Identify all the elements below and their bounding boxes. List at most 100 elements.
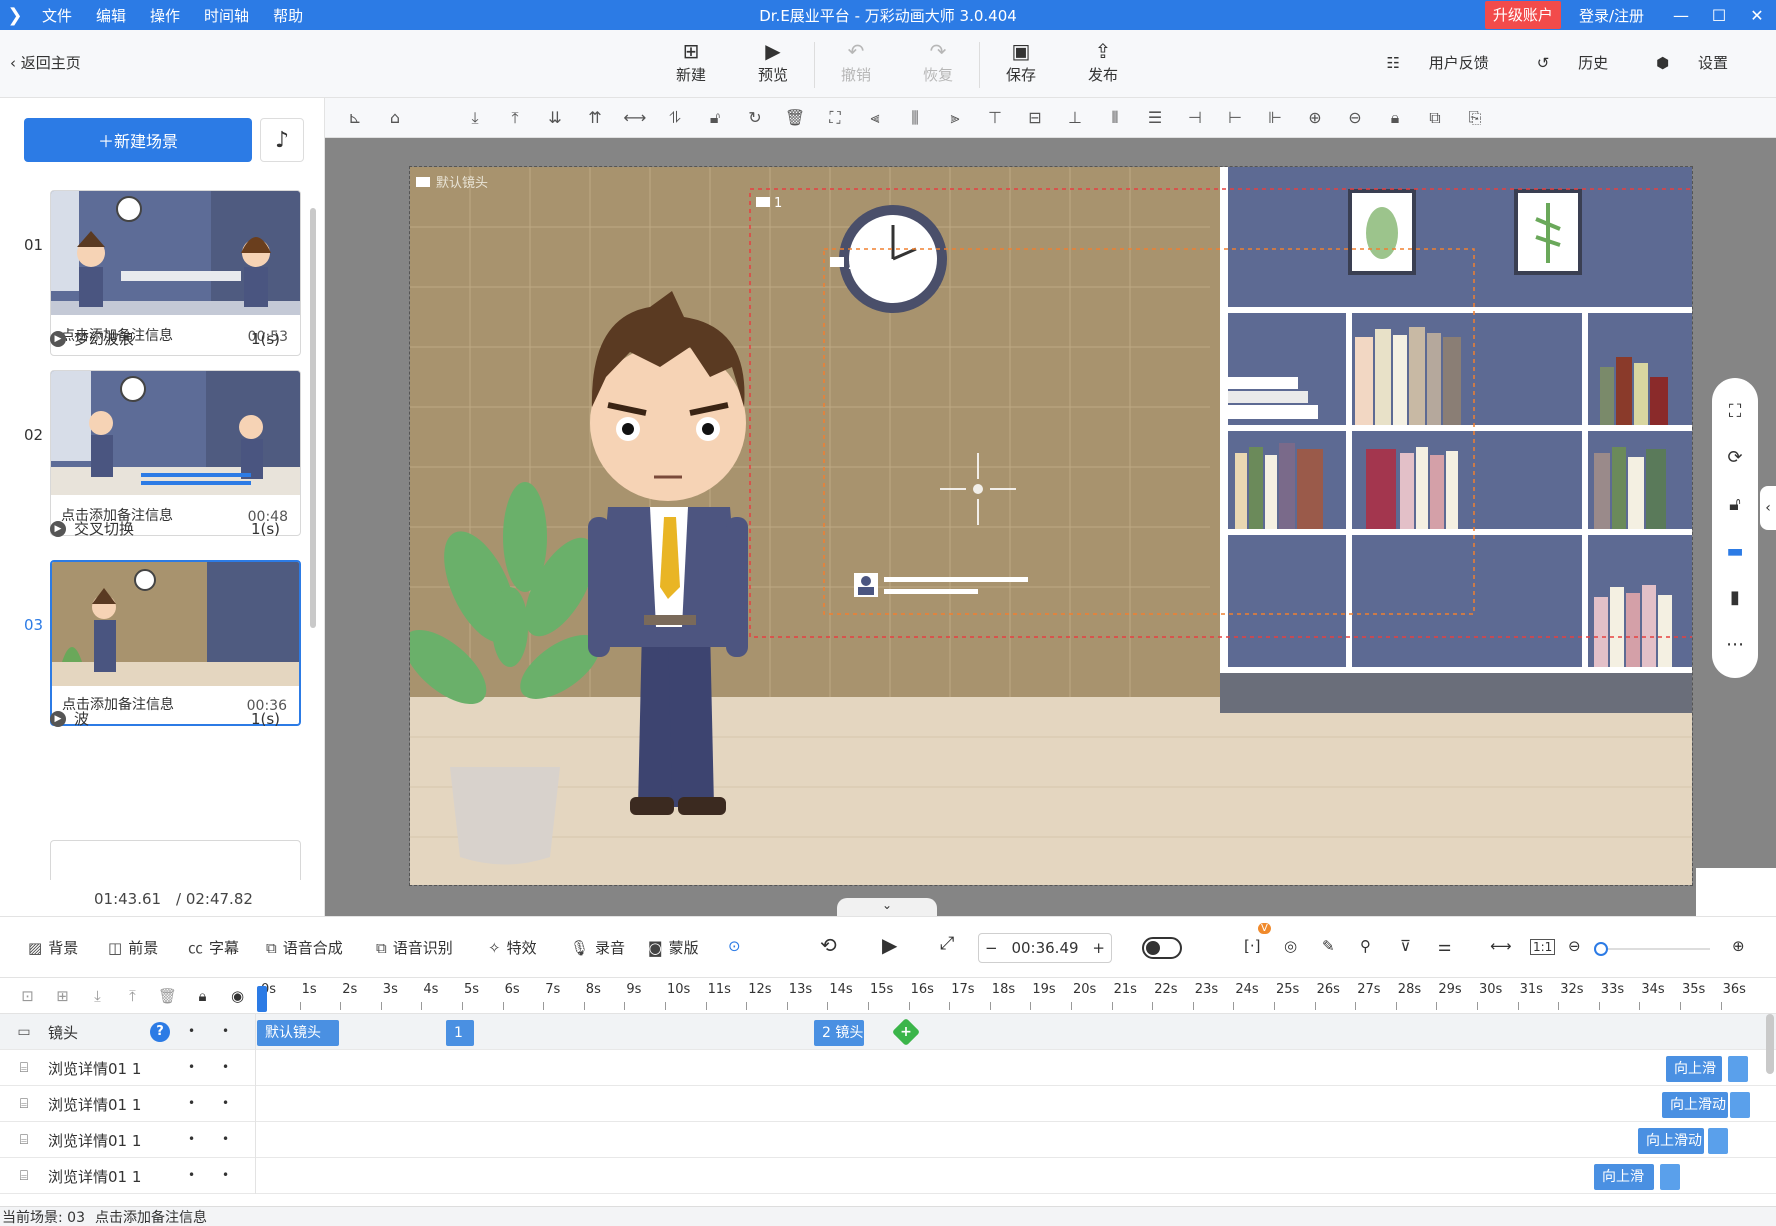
minimize-button[interactable]: — xyxy=(1662,6,1700,25)
track-dot[interactable]: • xyxy=(188,1168,195,1182)
timecode-minus[interactable]: − xyxy=(985,939,998,957)
camera-clip-1[interactable]: 1 xyxy=(446,1020,474,1046)
align-middle-icon[interactable]: ⊟ xyxy=(1015,108,1055,127)
play-button[interactable]: ▶ xyxy=(882,933,897,957)
effect-clip-end[interactable] xyxy=(1728,1056,1748,1082)
feedback-button[interactable]: ☷ 用户反馈 xyxy=(1387,52,1513,73)
new-button[interactable]: ⊞ 新建 xyxy=(650,38,732,92)
fit-screen-icon[interactable]: ⛶ xyxy=(1729,401,1742,422)
trash-icon[interactable]: 🗑︎ xyxy=(150,987,185,1005)
track-dot[interactable]: • xyxy=(222,1132,229,1146)
new-scene-button[interactable]: ＋ 新建场景 xyxy=(24,118,252,162)
screen-icon[interactable]: ▬ xyxy=(1726,541,1743,562)
redo-button[interactable]: ↷ 恢复 xyxy=(897,38,979,92)
music-button[interactable]: ♪ xyxy=(260,118,304,162)
snapshot-button[interactable]: ◎ xyxy=(1284,937,1297,955)
same-height-icon[interactable]: ⊢ xyxy=(1215,108,1255,127)
same-width-icon[interactable]: ⊣ xyxy=(1175,108,1215,127)
camera-clip-2[interactable]: 2 镜头 xyxy=(814,1020,864,1046)
background-button[interactable]: ▨ 背景 xyxy=(28,937,78,958)
scene-transition[interactable]: ▶ 梦幻波浪 1(s) xyxy=(50,328,280,349)
scene-transition[interactable]: ▶ 交叉切换 1(s) xyxy=(50,518,280,539)
scene-transition[interactable]: ▶ 波 1(s) xyxy=(50,708,280,729)
preview-button[interactable]: ▶ 预览 xyxy=(732,38,814,92)
new-folder-icon[interactable]: ⊞ xyxy=(45,987,80,1005)
toggle-switch[interactable] xyxy=(1142,937,1182,959)
fullscreen-button[interactable]: ⤢ xyxy=(940,933,954,954)
effect-clip-end[interactable] xyxy=(1730,1092,1750,1118)
anchor-button[interactable]: ⚲ xyxy=(1360,937,1371,955)
effect-clip[interactable]: 向上滑动 xyxy=(1662,1092,1728,1118)
align-right-icon[interactable]: ⫸ xyxy=(935,108,975,128)
scene-card-02[interactable]: 点击添加备注信息 00:48 xyxy=(50,370,301,536)
menu-file[interactable]: 文件 xyxy=(30,5,84,26)
lock-icon[interactable]: 🔓︎ xyxy=(695,108,735,128)
more-layers-button[interactable]: ⊙ xyxy=(728,937,741,955)
more-icon[interactable]: ⋯ xyxy=(1726,634,1744,655)
timecode-stepper[interactable]: − 00:36.49 + xyxy=(978,933,1112,963)
zoom-out-button[interactable]: ⊖ xyxy=(1568,937,1581,955)
home-icon[interactable]: ⌂ xyxy=(375,108,415,127)
help-icon[interactable]: ? xyxy=(150,1022,170,1042)
side-panel-toggle[interactable]: ‹ xyxy=(1760,486,1776,530)
fit-width-button[interactable]: ⟷ xyxy=(1490,937,1512,955)
zoom-in-icon[interactable]: ⊕ xyxy=(1295,108,1335,127)
delete-icon[interactable]: 🗑︎ xyxy=(775,108,815,127)
playhead[interactable] xyxy=(257,986,267,1012)
bracket-button[interactable]: [·] V xyxy=(1244,923,1271,955)
spacing-icon[interactable]: ⊩ xyxy=(1255,108,1295,127)
one-to-one-button[interactable]: 1:1 xyxy=(1530,939,1556,955)
timeline-scrollbar[interactable] xyxy=(1766,1014,1774,1074)
camera-clip-default[interactable]: 默认镜头 xyxy=(257,1020,339,1046)
timecode-value[interactable]: 00:36.49 xyxy=(1011,939,1078,957)
eye-icon[interactable]: ◉ xyxy=(220,987,255,1005)
add-folder-icon[interactable]: ⊡ xyxy=(10,987,45,1005)
save-button[interactable]: ▣ 保存 xyxy=(980,38,1062,92)
lock-icon[interactable]: 🔓︎ xyxy=(1729,494,1741,515)
zoom-slider[interactable] xyxy=(1594,942,1710,956)
scene-stage[interactable]: 默认镜头 1 2 xyxy=(409,166,1693,886)
effects-button[interactable]: ✧ 特效 xyxy=(488,937,537,958)
bring-to-top-icon[interactable]: ⤒ xyxy=(495,108,535,128)
move-down-icon[interactable]: ⇊ xyxy=(535,108,575,127)
move-up-icon[interactable]: ⇈ xyxy=(575,108,615,127)
track-dot[interactable]: • xyxy=(222,1024,229,1038)
lock-icon[interactable]: 🔒︎ xyxy=(185,987,220,1005)
track-dot[interactable]: • xyxy=(222,1060,229,1074)
align-top-icon[interactable]: ⊤ xyxy=(975,108,1015,127)
filter-button[interactable]: ⊽ xyxy=(1400,937,1411,955)
subtitle-button[interactable]: ㏄字幕 xyxy=(188,937,239,958)
ruler-icon[interactable]: ⊾ xyxy=(335,108,375,127)
effect-clip[interactable]: 向上滑动 xyxy=(1638,1128,1704,1154)
unlock-icon[interactable]: 🔒︎ xyxy=(1375,108,1415,128)
align-center-h-icon[interactable]: ⫼ xyxy=(895,108,935,128)
timecode-plus[interactable]: + xyxy=(1092,939,1105,957)
collapse-timeline-button[interactable]: ⌄ xyxy=(837,898,937,916)
settings-button[interactable]: ⬢ 设置 xyxy=(1656,52,1752,73)
effect-clip[interactable]: 向上滑 xyxy=(1594,1164,1654,1190)
tts-button[interactable]: ⧉ 语音合成 xyxy=(266,937,343,958)
close-button[interactable]: ✕ xyxy=(1738,6,1776,25)
align-left-icon[interactable]: ⫷ xyxy=(855,108,895,128)
distribute-h-icon[interactable]: ⫴ xyxy=(1095,108,1135,128)
zoom-in-button[interactable]: ⊕ xyxy=(1732,937,1745,955)
time-ruler[interactable]: 0s 1s 2s 3s 4s 5s 6s 7s 8s 9s 10s 11s 12s 13s 14s 15s 16… xyxy=(257,978,1776,1014)
back-home-button[interactable]: ‹ 返回主页 xyxy=(10,52,81,73)
track-dot[interactable]: • xyxy=(188,1060,195,1074)
flip-horizontal-icon[interactable]: ⟷ xyxy=(615,108,655,127)
scene-panel-scrollbar[interactable] xyxy=(310,208,316,628)
track-dot[interactable]: • xyxy=(188,1024,195,1038)
rewind-button[interactable]: ⟲ xyxy=(820,933,837,957)
status-note[interactable]: 点击添加备注信息 xyxy=(95,1207,207,1226)
paste-icon[interactable]: ⎘ xyxy=(1455,108,1495,128)
mini-preview[interactable] xyxy=(1696,868,1776,916)
foreground-button[interactable]: ◫ 前景 xyxy=(108,937,158,958)
track-dot[interactable]: • xyxy=(222,1096,229,1110)
maximize-button[interactable]: ☐ xyxy=(1700,6,1738,25)
zoom-slider-handle[interactable] xyxy=(1594,942,1608,956)
publish-button[interactable]: ⇪ 发布 xyxy=(1062,38,1144,92)
mobile-icon[interactable]: ▮ xyxy=(1730,587,1740,608)
rotate-icon[interactable]: ↻ xyxy=(735,108,775,127)
rotate-lock-icon[interactable]: ⟳ xyxy=(1727,447,1742,468)
menu-edit[interactable]: 编辑 xyxy=(84,5,138,26)
